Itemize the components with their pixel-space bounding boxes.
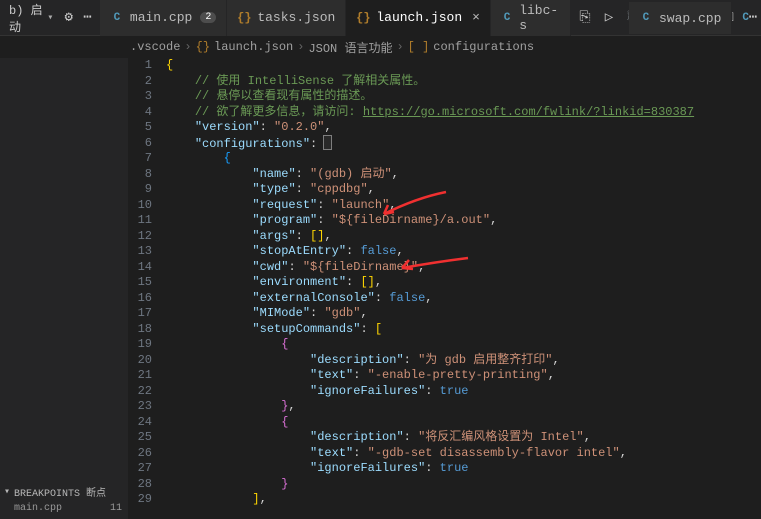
line-number: 10 xyxy=(128,198,152,214)
tab-label: tasks.json xyxy=(257,10,335,25)
breadcrumb-part[interactable]: JSON 语言功能 xyxy=(308,39,392,56)
line-number: 25 xyxy=(128,430,152,446)
tab-label: libc-s xyxy=(519,3,560,33)
side-panel: ▾ BREAKPOINTS 断点 main.cpp 11 xyxy=(0,58,128,519)
breadcrumb[interactable]: .vscode › {} launch.json › JSON 语言功能 › [… xyxy=(0,36,761,58)
tab-label: launch.json xyxy=(376,10,462,25)
breakpoints-header[interactable]: ▾ BREAKPOINTS 断点 xyxy=(0,482,126,502)
tab-swap-cpp[interactable]: C swap.cpp xyxy=(629,2,732,34)
line-number: 2 xyxy=(128,74,152,90)
line-number: 7 xyxy=(128,151,152,167)
line-number: 19 xyxy=(128,337,152,353)
line-number: 12 xyxy=(128,229,152,245)
line-number: 13 xyxy=(128,244,152,260)
breadcrumb-part[interactable]: .vscode xyxy=(130,40,180,54)
line-number-gutter: 1234567891011121314151617181920212223242… xyxy=(128,58,166,519)
tab-libc-s[interactable]: C libc-s xyxy=(491,0,571,36)
json-file-icon: {} xyxy=(356,11,370,25)
line-number: 5 xyxy=(128,120,152,136)
line-number: 1 xyxy=(128,58,152,74)
line-number: 29 xyxy=(128,492,152,508)
line-number: 22 xyxy=(128,384,152,400)
line-number: 15 xyxy=(128,275,152,291)
cpp-file-icon: C xyxy=(738,12,753,24)
secondary-editor-tabs: C swap.cpp C xyxy=(629,0,753,36)
code-editor[interactable]: 1234567891011121314151617181920212223242… xyxy=(128,58,761,519)
play-icon[interactable]: ▷ xyxy=(601,9,617,26)
line-number: 14 xyxy=(128,260,152,276)
line-number: 18 xyxy=(128,322,152,338)
debug-config-section: b) 启动 ▾ ⚙ ⋯ xyxy=(0,0,100,36)
chevron-down-icon: ▾ xyxy=(4,486,10,498)
cpp-file-icon: C xyxy=(639,11,653,25)
line-number: 17 xyxy=(128,306,152,322)
close-icon[interactable]: × xyxy=(472,10,480,25)
line-number: 9 xyxy=(128,182,152,198)
line-number: 6 xyxy=(128,136,152,152)
breakpoints-label: BREAKPOINTS 断点 xyxy=(14,484,106,500)
breakpoints-section: ▾ BREAKPOINTS 断点 main.cpp 11 xyxy=(0,479,128,519)
line-number: 26 xyxy=(128,446,152,462)
split-icon[interactable]: ⎘ xyxy=(577,10,593,26)
line-number: 3 xyxy=(128,89,152,105)
array-icon: [ ] xyxy=(408,40,430,54)
chevron-right-icon: › xyxy=(396,40,403,54)
json-file-icon: {} xyxy=(196,40,210,54)
line-number: 28 xyxy=(128,477,152,493)
tab-label: main.cpp xyxy=(130,10,192,25)
line-number: 27 xyxy=(128,461,152,477)
line-number: 4 xyxy=(128,105,152,121)
cursor xyxy=(324,136,331,149)
line-number: 16 xyxy=(128,291,152,307)
line-number: 8 xyxy=(128,167,152,183)
line-number: 24 xyxy=(128,415,152,431)
line-number: 20 xyxy=(128,353,152,369)
tab-tasks-json[interactable]: {} tasks.json xyxy=(227,0,346,36)
gear-icon[interactable]: ⚙ xyxy=(62,9,75,26)
tab-badge: 2 xyxy=(200,12,216,23)
chevron-down-icon: ▾ xyxy=(47,12,53,24)
breakpoint-file: main.cpp xyxy=(14,503,62,514)
breakpoint-line: 11 xyxy=(110,503,122,514)
run-config-dropdown[interactable]: b) 启动 ▾ xyxy=(6,0,56,37)
json-file-icon: {} xyxy=(237,11,251,25)
tab-label: swap.cpp xyxy=(659,11,721,26)
editor-area: ▾ BREAKPOINTS 断点 main.cpp 11 12345678910… xyxy=(0,58,761,519)
breakpoint-item[interactable]: main.cpp 11 xyxy=(0,502,126,515)
tab-main-cpp[interactable]: C main.cpp 2 xyxy=(100,0,227,36)
more-icon[interactable]: ⋯ xyxy=(81,9,94,26)
chevron-right-icon: › xyxy=(297,40,304,54)
line-number: 21 xyxy=(128,368,152,384)
breadcrumb-part[interactable]: configurations xyxy=(433,40,534,54)
line-number: 11 xyxy=(128,213,152,229)
c-file-icon: C xyxy=(501,11,513,25)
editor-tabs: C main.cpp 2 {} tasks.json {} launch.jso… xyxy=(100,0,571,36)
toolbar: b) 启动 ▾ ⚙ ⋯ C main.cpp 2 {} tasks.json {… xyxy=(0,0,761,36)
line-number: 23 xyxy=(128,399,152,415)
cpp-file-icon: C xyxy=(110,11,124,25)
chevron-right-icon: › xyxy=(184,40,191,54)
code-content[interactable]: { // 使用 IntelliSense 了解相关属性。 // 悬停以查看现有属… xyxy=(166,58,761,519)
breadcrumb-part[interactable]: launch.json xyxy=(214,40,293,54)
run-config-label: b) 启动 xyxy=(9,1,43,35)
tab-launch-json[interactable]: {} launch.json × xyxy=(346,0,491,36)
